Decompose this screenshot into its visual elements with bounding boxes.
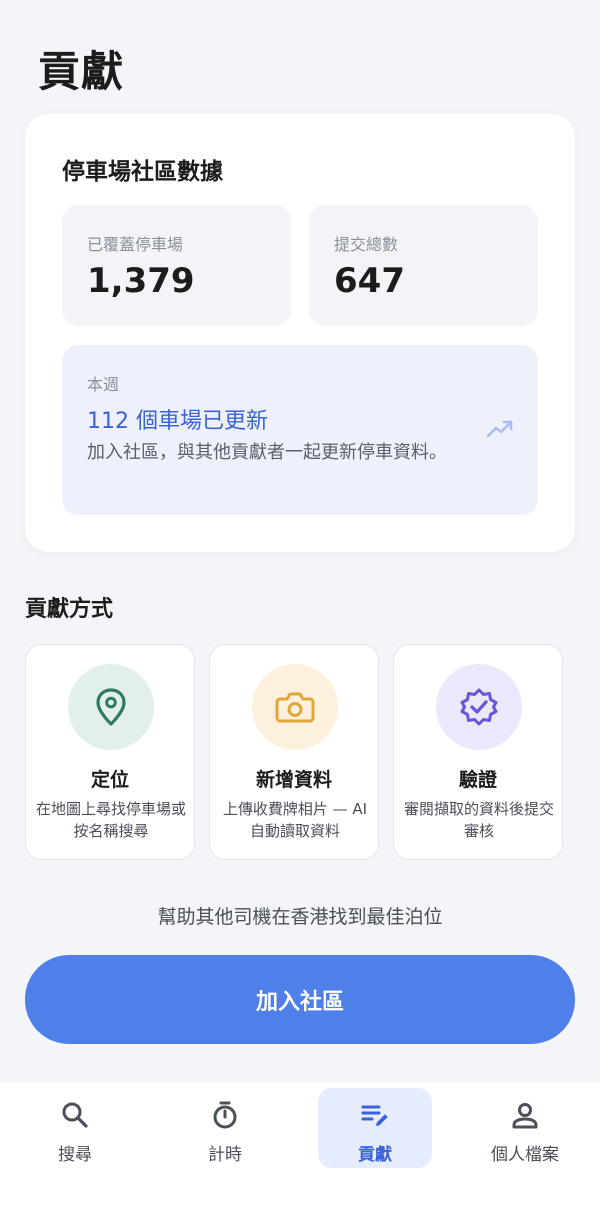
nav-item-contribute[interactable]: 貢獻 [318,1088,432,1168]
method-name: 驗證 [458,769,497,791]
method-description: 在地圖上尋找停車場或按名稱搜尋 [35,800,186,840]
weekly-label: 本週 [87,375,120,394]
contribution-methods-title: 貢獻方式 [25,597,114,622]
covered-carparks-value: 1,379 [87,261,195,301]
page-title: 貢獻 [38,47,125,96]
covered-carparks-label: 已覆蓋停車場 [87,235,184,254]
method-name: 新增資料 [255,769,332,791]
method-description: 上傳收費牌相片 — AI 自動讀取資料 [222,800,368,840]
search-icon [62,1102,88,1128]
nav-label: 搜尋 [58,1145,92,1165]
covered-carparks-stat: 已覆蓋停車場 1,379 [62,205,291,326]
method-card-add-data[interactable]: 新增資料 上傳收費牌相片 — AI 自動讀取資料 [209,644,379,860]
nav-item-timer[interactable]: 計時 [168,1088,282,1168]
community-stats-card: 停車場社區數據 已覆蓋停車場 1,379 提交總數 647 本週 112 個車場… [25,114,575,552]
method-name: 定位 [90,769,129,791]
trending-up-icon [486,420,513,438]
nav-label: 計時 [208,1145,242,1165]
join-community-button[interactable]: 加入社區 [25,955,575,1044]
nav-label: 貢獻 [358,1145,392,1165]
weekly-description: 加入社區，與其他貢獻者一起更新停車資料。 [87,442,447,463]
method-description: 審閱擷取的資料後提交審核 [403,800,554,840]
method-card-locate[interactable]: 定位 在地圖上尋找停車場或按名稱搜尋 [25,644,195,860]
stats-title: 停車場社區數據 [62,159,223,185]
locate-icon-circle [68,664,154,750]
total-submissions-label: 提交總數 [334,235,399,254]
verify-icon-circle [436,664,522,750]
camera-icon [275,692,315,723]
method-card-verify[interactable]: 驗證 審閱擷取的資料後提交審核 [393,644,563,860]
nav-item-profile[interactable]: 個人檔案 [468,1088,582,1168]
contribute-screen: 貢獻 停車場社區數據 已覆蓋停車場 1,379 提交總數 647 本週 112 … [0,0,600,1227]
edit-list-icon [361,1105,388,1126]
location-pin-icon [96,688,126,726]
weekly-update-panel: 本週 112 個車場已更新 加入社區，與其他貢獻者一起更新停車資料。 [62,345,538,515]
add-data-icon-circle [252,664,338,750]
verified-badge-icon [460,688,498,726]
person-icon [512,1103,538,1129]
nav-label: 個人檔案 [491,1145,559,1165]
weekly-headline: 112 個車場已更新 [87,409,268,434]
stopwatch-icon [213,1101,237,1129]
nav-item-search[interactable]: 搜尋 [18,1088,132,1168]
total-submissions-value: 647 [334,261,405,301]
help-text: 幫助其他司機在香港找到最佳泊位 [157,906,443,928]
bottom-nav: 搜尋 計時 貢獻 個人檔案 [0,1082,600,1227]
total-submissions-stat: 提交總數 647 [309,205,538,326]
